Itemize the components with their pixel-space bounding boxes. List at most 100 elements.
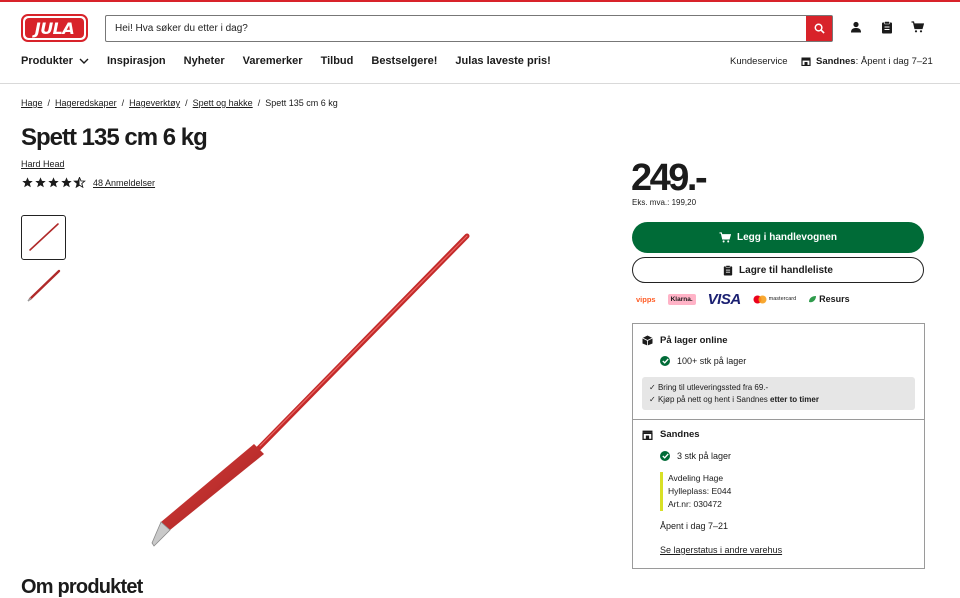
- customer-service-link[interactable]: Kundeservice: [730, 56, 788, 67]
- nav-item-label: Produkter: [21, 55, 73, 67]
- jula-logo[interactable]: JULA: [21, 14, 88, 42]
- checkmark-icon: ✓: [649, 395, 658, 404]
- star-rating-icon: [22, 177, 86, 188]
- package-icon: [642, 335, 653, 346]
- resurs-logo: Resurs: [808, 294, 850, 304]
- breadcrumb-link[interactable]: Hageverktøy: [129, 98, 180, 108]
- shelf-position: Hylleplass: E044: [668, 486, 732, 496]
- breadcrumb-current: Spett 135 cm 6 kg: [265, 98, 338, 108]
- product-thumbnail[interactable]: [21, 265, 66, 310]
- nav-item-tilbud[interactable]: Tilbud: [321, 55, 354, 67]
- nav-item-label: Bestselgere!: [371, 55, 438, 67]
- klarna-logo: Klarna.: [667, 293, 696, 305]
- chevron-down-icon: [79, 58, 89, 64]
- check-icon: [660, 451, 670, 461]
- nav-item-varemerker[interactable]: Varemerker: [243, 55, 303, 67]
- search-icon: [814, 23, 825, 34]
- vipps-logo: vipps: [636, 294, 656, 304]
- brand-link[interactable]: Hard Head: [21, 159, 65, 169]
- nav-item-inspirasjon[interactable]: Inspirasjon: [107, 55, 166, 67]
- search-bar: [105, 15, 833, 42]
- nav-item-label: Tilbud: [320, 55, 354, 67]
- search-input[interactable]: [106, 16, 806, 41]
- product-rating[interactable]: 48 Anmeldelser: [22, 177, 155, 188]
- header-divider: [0, 83, 960, 84]
- nav-item-label: Nyheter: [183, 55, 225, 67]
- crowbar-thumbnail-image: [27, 269, 61, 302]
- pickup-note-bold: etter to timer: [770, 395, 819, 404]
- other-stores-link[interactable]: Se lagerstatus i andre varehus: [660, 545, 782, 555]
- nav-item-produkter[interactable]: Produkter: [21, 55, 89, 67]
- nav-item-label: Varemerker: [242, 55, 303, 67]
- breadcrumb-separator: /: [47, 98, 51, 108]
- page-title: Spett 135 cm 6 kg: [21, 124, 208, 151]
- checkmark-icon: ✓: [649, 383, 658, 392]
- stock-panel-divider: [633, 419, 924, 420]
- pickup-note-row: ✓ Kjøp på nett og hent i Sandnes etter t…: [649, 394, 915, 406]
- article-number: Art.nr: 030472: [668, 499, 722, 509]
- resurs-text: Resurs: [819, 294, 850, 304]
- about-heading: Om produktet: [21, 576, 143, 598]
- delivery-note: Bring til utleveringssted fra 69.-: [657, 383, 769, 392]
- price-ex-vat: Eks. mva.: 199,20: [632, 198, 697, 207]
- mastercard-text: mastercard: [768, 296, 797, 302]
- check-icon: [660, 356, 670, 366]
- store-open-hours: Åpent i dag 7–21: [660, 521, 729, 531]
- top-accent-line: [0, 0, 960, 2]
- nav-item-bestselgere[interactable]: Bestselgere!: [371, 55, 437, 67]
- nav-item-label: Inspirasjon: [106, 55, 166, 67]
- clipboard-icon: [882, 20, 892, 33]
- reviews-link[interactable]: 48 Anmeldelser: [93, 178, 155, 188]
- account-button[interactable]: [848, 19, 864, 35]
- breadcrumb: Hage / Hageredskaper / Hageverktøy / Spett …: [21, 98, 338, 108]
- search-button[interactable]: [806, 16, 832, 41]
- visa-logo: VISA: [707, 290, 742, 308]
- delivery-info: ✓ Bring til utleveringssted fra 69.- ✓ K…: [642, 377, 915, 410]
- user-icon: [851, 21, 861, 33]
- cart-icon: [719, 232, 731, 243]
- pickup-note-prefix: Kjøp på nett og hent i Sandnes: [657, 395, 768, 404]
- store-hours: Åpent i dag 7–21: [860, 56, 933, 67]
- main-product-image: [151, 233, 470, 547]
- breadcrumb-separator: /: [257, 98, 261, 108]
- clipboard-icon: [723, 264, 733, 275]
- store-selector[interactable]: Sandnes: Åpent i dag 7–21: [801, 56, 933, 67]
- product-thumbnail-selected[interactable]: [21, 215, 66, 260]
- cart-button[interactable]: [909, 19, 925, 35]
- online-stock-qty: 100+ stk på lager: [677, 356, 747, 366]
- store-name: Sandnes: [816, 56, 856, 67]
- logo-text: JULA: [25, 18, 84, 38]
- cart-icon: [911, 21, 924, 33]
- nav-item-nyheter[interactable]: Nyheter: [184, 55, 225, 67]
- add-to-cart-button[interactable]: Legg i handlevognen: [632, 222, 924, 253]
- nav-item-laveste-pris[interactable]: Julas laveste pris!: [455, 55, 550, 67]
- customer-service-label: Kundeservice: [730, 56, 788, 67]
- stock-panel: På lager online 100+ stk på lager ✓ Brin…: [632, 323, 925, 569]
- crowbar-thumbnail-image: [29, 223, 59, 251]
- shopping-list-button[interactable]: [879, 19, 895, 35]
- breadcrumb-link[interactable]: Hage: [21, 98, 43, 108]
- online-stock-heading-label: På lager online: [660, 335, 728, 346]
- breadcrumb-link[interactable]: Hageredskaper: [55, 98, 117, 108]
- store-stock-qty: 3 stk på lager: [677, 451, 732, 461]
- price: 249.-: [631, 157, 708, 199]
- online-stock-heading: På lager online: [642, 335, 728, 346]
- breadcrumb-link[interactable]: Spett og hakke: [193, 98, 253, 108]
- mastercard-circles-icon: [753, 295, 767, 303]
- online-stock-status: 100+ stk på lager: [660, 356, 746, 366]
- mastercard-logo: mastercard: [753, 295, 797, 304]
- save-to-list-button[interactable]: Lagre til handleliste: [632, 257, 924, 283]
- delivery-note-row: ✓ Bring til utleveringssted fra 69.-: [649, 382, 915, 394]
- store-icon: [642, 430, 653, 440]
- main-nav: Produkter Inspirasjon Nyheter Varemerker…: [21, 55, 569, 67]
- payment-methods: vipps Klarna. VISA mastercard Resurs: [636, 290, 862, 308]
- add-to-cart-label: Legg i handlevognen: [736, 232, 837, 243]
- store-stock-status: 3 stk på lager: [660, 451, 731, 461]
- breadcrumb-separator: /: [121, 98, 125, 108]
- store-icon: [801, 57, 811, 66]
- shelf-location: Avdeling Hage Hylleplass: E044 Art.nr: 0…: [660, 472, 731, 511]
- department: Avdeling Hage: [668, 473, 724, 483]
- resurs-leaf-icon: [809, 295, 817, 302]
- save-to-list-label: Lagre til handleliste: [739, 264, 833, 276]
- breadcrumb-separator: /: [185, 98, 188, 108]
